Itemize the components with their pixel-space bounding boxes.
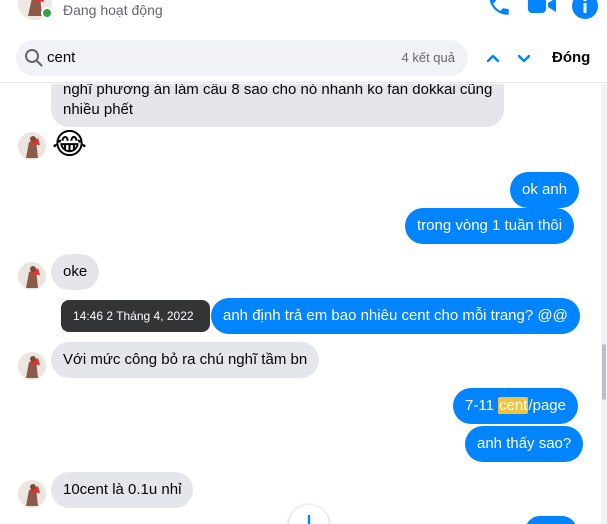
message-outgoing[interactable]: trong vòng 1 tuần thôi [405,208,575,244]
message-text: /page [528,397,566,414]
emoji-message[interactable]: 😂 [52,128,87,162]
search-icon [25,49,43,67]
search-input[interactable] [47,49,347,66]
message-outgoing[interactable]: ok anh [510,172,580,208]
previous-result-chevron-up-icon[interactable] [482,47,504,69]
sender-avatar[interactable] [18,132,46,160]
next-result-chevron-down-icon[interactable] [513,47,535,69]
scrollbar-thumb[interactable] [602,344,606,400]
message-outgoing-partial[interactable] [525,516,577,524]
sender-avatar[interactable] [18,480,46,508]
video-icon[interactable] [526,0,558,18]
message-text: 7-11 [465,397,499,414]
message-text-line: nghĩ phương án làm cầu 8 sao cho nó nhan… [63,84,493,98]
search-box[interactable]: 4 kết quả [16,40,468,76]
sender-avatar[interactable] [18,262,46,290]
close-search-button[interactable]: Đóng [552,49,590,66]
chat-header: Đang hoạt động [0,0,607,30]
message-incoming[interactable]: nghĩ phương án làm cầu 8 sao cho nó nhan… [51,84,505,127]
search-result-count: 4 kết quả [401,50,456,65]
online-status-dot [41,7,53,19]
message-incoming[interactable]: Với mức công bỏ ra chú nghĩ tầm bn [51,342,320,378]
message-list: nghĩ phương án làm cầu 8 sao cho nó nhan… [0,84,600,524]
info-icon[interactable] [571,0,599,20]
search-bar: 4 kết quả Đóng [0,35,607,83]
active-status-text: Đang hoạt động [63,2,163,18]
message-outgoing[interactable]: anh thấy sao? [465,426,584,462]
message-text-line: nhiều phết [63,101,134,118]
scroll-to-bottom-button[interactable] [289,505,329,524]
sender-avatar[interactable] [18,352,46,380]
phone-icon[interactable] [486,0,512,18]
timestamp-tooltip: 14:46 2 Tháng 4, 2022 [61,300,210,332]
message-outgoing[interactable]: anh định trả em bao nhiêu cent cho mỗi t… [211,298,580,334]
scrollbar[interactable] [601,84,607,524]
search-highlight: cent [498,397,529,414]
message-incoming[interactable]: oke [51,254,100,290]
message-outgoing-search-match[interactable]: 7-11 cent/page [453,388,578,424]
message-incoming[interactable]: 10cent là 0.1u nhỉ [51,472,194,508]
arrow-down-icon [307,514,311,524]
